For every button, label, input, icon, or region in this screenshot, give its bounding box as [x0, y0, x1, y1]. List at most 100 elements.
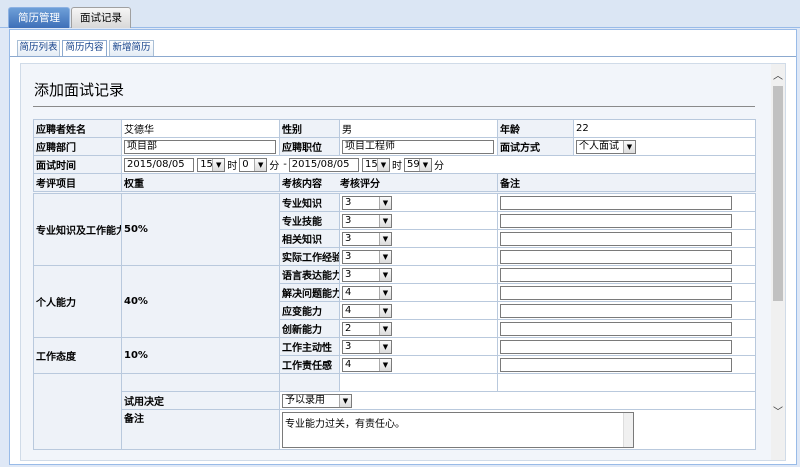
end-hour-select[interactable]: 15 ▼ [361, 157, 390, 172]
header-score: 考核评分 [340, 179, 380, 190]
end-min-select[interactable]: 59 ▼ [403, 157, 432, 172]
header-weight: 权重 [121, 173, 280, 192]
item-score-cell: 4 ▼ [339, 301, 498, 320]
position-input[interactable]: 项目工程师 [342, 139, 494, 154]
scroll-up-icon[interactable]: ︿ [771, 70, 785, 84]
blank-cell [339, 373, 498, 392]
item-content: 工作责任感 [279, 355, 340, 374]
method-cell: 个人面试 ▼ [573, 137, 756, 156]
item-content: 相关知识 [279, 229, 340, 248]
item-remark-input[interactable] [500, 213, 732, 228]
decision-cell: 予以录用 ▼ [279, 391, 756, 410]
score-value: 3 [345, 214, 352, 226]
item-remark-cell [497, 247, 756, 266]
chevron-down-icon: ▼ [376, 158, 389, 171]
start-hour-value: 15 [200, 158, 213, 170]
header-content-score: 考核内容 考核评分 [279, 173, 498, 192]
method-select[interactable]: 个人面试 ▼ [576, 139, 636, 154]
gender-label: 性别 [279, 119, 340, 138]
item-content: 创新能力 [279, 319, 340, 338]
vertical-scrollbar[interactable]: ︿ ﹀ [771, 64, 785, 460]
score-select[interactable]: 3 ▼ [342, 195, 392, 210]
item-remark-cell [497, 229, 756, 248]
end-date-input[interactable]: 2015/08/05 [288, 157, 359, 172]
header-content: 考核内容 [282, 179, 322, 190]
item-content: 专业技能 [279, 211, 340, 230]
score-select[interactable]: 3 ▼ [342, 339, 392, 354]
item-remark-input[interactable] [500, 285, 732, 300]
score-select[interactable]: 2 ▼ [342, 321, 392, 336]
time-cell: 2015/08/05 15 ▼ 时 0 ▼ 分 -2015/08/05 15 ▼ 时 59 ▼ 分 [121, 155, 756, 174]
score-select[interactable]: 3 ▼ [342, 249, 392, 264]
item-score-cell: 4 ▼ [339, 355, 498, 374]
decision-select[interactable]: 予以录用 ▼ [282, 393, 352, 408]
score-select[interactable]: 3 ▼ [342, 231, 392, 246]
subtab-divider [10, 56, 796, 57]
item-remark-input[interactable] [500, 303, 732, 318]
subtab-resume-list[interactable]: 简历列表 [17, 40, 60, 56]
item-remark-cell [497, 355, 756, 374]
score-value: 3 [345, 250, 352, 262]
score-value: 4 [345, 304, 352, 316]
tab-resume-management[interactable]: 简历管理 [8, 7, 70, 28]
scroll-down-icon[interactable]: ﹀ [771, 406, 785, 420]
start-min-select[interactable]: 0 ▼ [239, 157, 268, 172]
item-remark-input[interactable] [500, 339, 732, 354]
scroll-thumb[interactable] [773, 86, 783, 301]
item-remark-input[interactable] [500, 357, 732, 372]
item-content: 语言表达能力 [279, 265, 340, 284]
item-remark-input[interactable] [500, 231, 732, 246]
header-remark: 备注 [497, 173, 756, 192]
item-remark-input[interactable] [500, 249, 732, 264]
title-divider [33, 106, 755, 107]
item-remark-input[interactable] [500, 195, 732, 210]
start-hour-select[interactable]: 15 ▼ [197, 157, 226, 172]
page-title: 添加面试记录 [34, 81, 125, 99]
score-table: 专业知识及工作能力 50% 专业知识 3 ▼ 专业技能 3 ▼ 相关知识 3 ▼ 实际工作经验 3 ▼ 个人… [33, 193, 756, 450]
item-content: 工作主动性 [279, 337, 340, 356]
item-score-cell: 3 ▼ [339, 265, 498, 284]
tab-interview-records[interactable]: 面试记录 [71, 7, 131, 28]
score-select[interactable]: 3 ▼ [342, 213, 392, 228]
start-date-input[interactable]: 2015/08/05 [124, 157, 194, 172]
item-content: 解决问题能力 [279, 283, 340, 302]
hour-unit-label-2: 时 [391, 161, 402, 172]
dept-input[interactable]: 项目部 [124, 139, 276, 154]
group-name: 工作态度 [33, 337, 122, 374]
item-score-cell: 3 ▼ [339, 193, 498, 212]
score-select[interactable]: 3 ▼ [342, 267, 392, 282]
subtab-resume-content[interactable]: 简历内容 [62, 40, 107, 57]
final-remark-textarea[interactable]: 专业能力过关，有责任心。 [282, 412, 634, 448]
decision-value: 予以录用 [285, 394, 325, 406]
subtab-add-resume[interactable]: 新增简历 [109, 40, 154, 56]
decision-label: 试用决定 [121, 391, 280, 410]
time-label: 面试时间 [33, 155, 122, 174]
chevron-down-icon: ▼ [379, 214, 391, 227]
score-select[interactable]: 4 ▼ [342, 357, 392, 372]
score-select[interactable]: 4 ▼ [342, 285, 392, 300]
item-remark-input[interactable] [500, 267, 732, 282]
chevron-down-icon: ▼ [418, 158, 431, 171]
blank-cell [121, 373, 280, 392]
group-name: 个人能力 [33, 265, 122, 338]
min-unit-label-2: 分 [433, 161, 444, 172]
final-remark-text: 专业能力过关，有责任心。 [285, 419, 405, 430]
score-value: 3 [345, 268, 352, 280]
final-remark-label: 备注 [121, 409, 280, 450]
item-content: 应变能力 [279, 301, 340, 320]
item-remark-input[interactable] [500, 321, 732, 336]
row-dept: 应聘部门 项目部 应聘职位 项目工程师 面试方式 个人面试 ▼ [33, 137, 756, 156]
row-time: 面试时间 2015/08/05 15 ▼ 时 0 ▼ 分 -2015/08/05 15 ▼ 时 5… [33, 155, 756, 174]
start-min-value: 0 [242, 158, 249, 170]
chevron-down-icon: ▼ [339, 394, 351, 407]
item-remark-cell [497, 211, 756, 230]
item-remark-cell [497, 319, 756, 338]
chevron-down-icon: ▼ [379, 268, 391, 281]
score-select[interactable]: 4 ▼ [342, 303, 392, 318]
decision-row: 试用决定 予以录用 ▼ [34, 391, 756, 410]
position-label: 应聘职位 [279, 137, 340, 156]
row-applicant: 应聘者姓名 艾德华 性别 男 年龄 22 [33, 119, 756, 138]
blank-cell [279, 373, 340, 392]
age-value: 22 [573, 119, 756, 138]
time-separator: - [283, 159, 287, 170]
